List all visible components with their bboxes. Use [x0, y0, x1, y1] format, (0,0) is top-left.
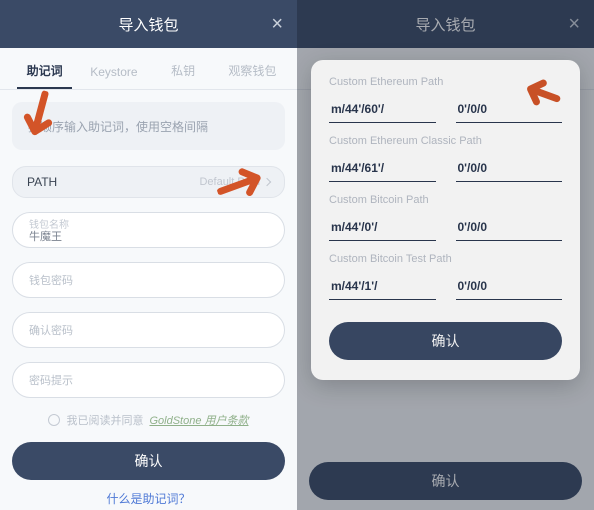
modal-confirm-button[interactable]: 确认 [329, 322, 562, 360]
help-link[interactable]: 什么是助记词？ [12, 490, 285, 507]
tabs: 助记词 Keystore 私钥 观察钱包 [0, 48, 297, 90]
header-title: 导入钱包 [118, 14, 178, 35]
eth-path-suffix-input[interactable]: 0'/0/0 [456, 96, 563, 123]
etc-path-prefix-input[interactable]: m/44'/61'/ [329, 155, 436, 182]
path-selector[interactable]: PATH Default Path [12, 166, 285, 198]
tab-keystore[interactable]: Keystore [79, 65, 148, 89]
path-label: PATH [27, 175, 57, 189]
wallet-name-value: 牛魔王 [29, 231, 268, 243]
checkbox-icon[interactable] [48, 414, 60, 426]
terms-link[interactable]: GoldStone 用户条款 [149, 412, 248, 428]
section-title-etc: Custom Ethereum Classic Path [329, 135, 562, 147]
section-title-btctest: Custom Bitcoin Test Path [329, 253, 562, 265]
path-modal: Custom Ethereum Path m/44'/60'/ 0'/0/0 C… [311, 60, 580, 380]
eth-path-prefix-input[interactable]: m/44'/60'/ [329, 96, 436, 123]
password-hint-label: 密码提示 [29, 372, 268, 388]
wallet-password-label: 钱包密码 [29, 272, 268, 288]
confirm-button-label: 确认 [135, 451, 163, 471]
wallet-name-label: 钱包名称 [29, 220, 268, 231]
btc-path-prefix-input[interactable]: m/44'/0'/ [329, 214, 436, 241]
mnemonic-placeholder: 按顺序输入助记词，使用空格间隔 [28, 118, 208, 135]
confirm-password-label: 确认密码 [29, 322, 268, 338]
section-title-btc: Custom Bitcoin Path [329, 194, 562, 206]
header: 导入钱包 × [0, 0, 297, 48]
password-hint-field[interactable]: 密码提示 [12, 362, 285, 398]
agree-terms[interactable]: 我已阅读并同意 GoldStone 用户条款 [12, 412, 285, 428]
tab-privatekey[interactable]: 私钥 [149, 62, 218, 89]
modal-confirm-label: 确认 [432, 331, 460, 351]
chevron-right-icon [263, 178, 271, 186]
btctest-path-prefix-input[interactable]: m/44'/1'/ [329, 273, 436, 300]
agree-prefix: 我已阅读并同意 [66, 412, 143, 428]
path-value: Default Path [199, 176, 260, 188]
mnemonic-input[interactable]: 按顺序输入助记词，使用空格间隔 [12, 102, 285, 150]
close-icon[interactable]: × [271, 14, 283, 34]
help-link-text: 什么是助记词？ [106, 492, 190, 506]
tab-watch[interactable]: 观察钱包 [218, 62, 287, 89]
btctest-path-suffix-input[interactable]: 0'/0/0 [456, 273, 563, 300]
confirm-button[interactable]: 确认 [12, 442, 285, 480]
confirm-password-field[interactable]: 确认密码 [12, 312, 285, 348]
btc-path-suffix-input[interactable]: 0'/0/0 [456, 214, 563, 241]
section-title-eth: Custom Ethereum Path [329, 76, 562, 88]
wallet-name-field[interactable]: 钱包名称 牛魔王 [12, 212, 285, 248]
wallet-password-field[interactable]: 钱包密码 [12, 262, 285, 298]
etc-path-suffix-input[interactable]: 0'/0/0 [456, 155, 563, 182]
tab-mnemonic[interactable]: 助记词 [10, 62, 79, 89]
